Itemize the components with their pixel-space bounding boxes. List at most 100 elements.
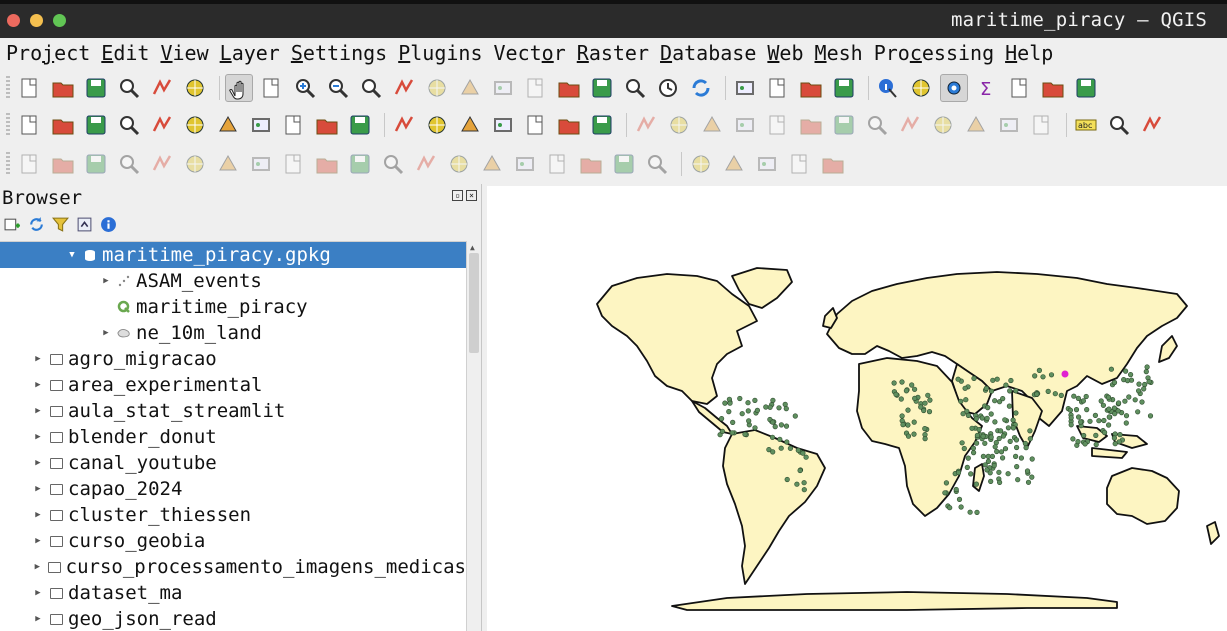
add-polygon-button[interactable]: [731, 111, 759, 139]
browser-item[interactable]: ▶ ASAM_events: [0, 268, 466, 294]
add-wms-button[interactable]: [247, 111, 275, 139]
delete-ring-button[interactable]: [148, 150, 176, 178]
offset-curve-button[interactable]: [247, 150, 275, 178]
new-bookmark-button[interactable]: [555, 74, 583, 102]
deselect-button[interactable]: [797, 74, 825, 102]
browser-item[interactable]: ▶ ne_10m_land: [0, 320, 466, 346]
chevron-right-icon[interactable]: ▶: [100, 328, 112, 338]
browser-item[interactable]: ▶ geo_json_read: [0, 606, 466, 631]
chevron-right-icon[interactable]: ▶: [100, 276, 112, 286]
browser-item[interactable]: maritime_piracy: [0, 294, 466, 320]
rotate-feature-button[interactable]: [544, 150, 572, 178]
split-parts-button[interactable]: [313, 150, 341, 178]
ellipse-button[interactable]: [753, 150, 781, 178]
rotate-point-button[interactable]: [412, 150, 440, 178]
toggle-editing-button[interactable]: [665, 111, 693, 139]
minimize-window-button[interactable]: [30, 14, 43, 27]
add-wfs-button[interactable]: [280, 111, 308, 139]
print-layout-button[interactable]: [148, 74, 176, 102]
open-project-button[interactable]: [49, 74, 77, 102]
refresh-icon[interactable]: [28, 216, 45, 233]
chevron-right-icon[interactable]: ▶: [32, 588, 44, 598]
move-feature-button[interactable]: [610, 150, 638, 178]
modify-attributes-button[interactable]: [830, 111, 858, 139]
add-postgis-button[interactable]: [214, 111, 242, 139]
zoom-native-button[interactable]: [456, 74, 484, 102]
copy-features-button[interactable]: [929, 111, 957, 139]
browser-item[interactable]: ▶ cluster_thiessen: [0, 502, 466, 528]
menu-vector[interactable]: Vector: [494, 41, 566, 65]
pan-button[interactable]: [225, 74, 253, 102]
chevron-right-icon[interactable]: ▶: [32, 354, 44, 364]
add-part-button[interactable]: [82, 150, 110, 178]
add-virtual-layer-button[interactable]: [346, 111, 374, 139]
reshape-button[interactable]: [214, 150, 242, 178]
new-shapefile-button[interactable]: [456, 111, 484, 139]
vertex-tool-button[interactable]: [764, 111, 792, 139]
reverse-line-button[interactable]: [478, 150, 506, 178]
filter-icon[interactable]: [52, 216, 69, 233]
zoom-in-button[interactable]: [291, 74, 319, 102]
fill-ring-button[interactable]: [115, 150, 143, 178]
browser-item[interactable]: ▶ canal_youtube: [0, 450, 466, 476]
show-bookmarks-button[interactable]: [588, 74, 616, 102]
browser-item[interactable]: ▶ curso_processamento_imagens_medicas: [0, 554, 466, 580]
collapse-all-icon[interactable]: [76, 216, 93, 233]
delete-selected-button[interactable]: [863, 111, 891, 139]
annotation-button[interactable]: [1072, 74, 1100, 102]
digitize-button[interactable]: [797, 111, 825, 139]
select-features-button[interactable]: [731, 74, 759, 102]
new-gpx-button[interactable]: [588, 111, 616, 139]
paste-features-button[interactable]: [962, 111, 990, 139]
trim-extend-button[interactable]: [511, 150, 539, 178]
polygon-button[interactable]: [819, 150, 847, 178]
scroll-up-arrow-icon[interactable]: ▲: [470, 243, 475, 252]
attribute-table-button[interactable]: [907, 74, 935, 102]
menu-mesh[interactable]: Mesh: [815, 41, 863, 65]
delete-part-button[interactable]: [181, 150, 209, 178]
add-delimited-text-button[interactable]: [115, 111, 143, 139]
add-wcs-button[interactable]: [313, 111, 341, 139]
save-as-button[interactable]: [115, 74, 143, 102]
new-project-button[interactable]: [16, 74, 44, 102]
add-layers-icon[interactable]: [4, 216, 21, 233]
chevron-right-icon[interactable]: ▶: [32, 562, 43, 572]
cut-features-button[interactable]: [896, 111, 924, 139]
menu-settings[interactable]: Settings: [291, 41, 387, 65]
scrollbar-thumb[interactable]: [469, 253, 479, 353]
chevron-right-icon[interactable]: ▶: [32, 406, 44, 416]
copy-move-button[interactable]: [643, 150, 671, 178]
attributes-button[interactable]: [1006, 74, 1034, 102]
maximize-window-button[interactable]: [53, 14, 66, 27]
add-spatialite-button[interactable]: [181, 111, 209, 139]
circle-button[interactable]: [720, 150, 748, 178]
zoom-out-button[interactable]: [324, 74, 352, 102]
label-highlight-button[interactable]: [1138, 111, 1166, 139]
chevron-right-icon[interactable]: ▶: [32, 510, 44, 520]
zoom-full-button[interactable]: [357, 74, 385, 102]
menu-layer[interactable]: Layer: [220, 41, 280, 65]
simplify-button[interactable]: [445, 150, 473, 178]
browser-item[interactable]: ▶ agro_migracao: [0, 346, 466, 372]
redo-button[interactable]: [1028, 111, 1056, 139]
scale-feature-button[interactable]: [577, 150, 605, 178]
properties-icon[interactable]: [100, 216, 117, 233]
browser-scrollbar[interactable]: ▲: [466, 241, 481, 631]
new-spatialite-button[interactable]: [489, 111, 517, 139]
new-mesh-button[interactable]: [555, 111, 583, 139]
zoom-to-layer-button[interactable]: [423, 74, 451, 102]
browser-item[interactable]: ▶ area_experimental: [0, 372, 466, 398]
measure-button[interactable]: [1039, 74, 1067, 102]
add-ring-button[interactable]: [49, 150, 77, 178]
new-virtual-button[interactable]: [522, 111, 550, 139]
menu-project[interactable]: Project: [6, 41, 90, 65]
zoom-next-button[interactable]: [522, 74, 550, 102]
menu-processing[interactable]: Processing: [874, 41, 994, 65]
zoom-last-button[interactable]: [489, 74, 517, 102]
menu-web[interactable]: Web: [767, 41, 803, 65]
menu-raster[interactable]: Raster: [577, 41, 649, 65]
add-gpx-layer-button[interactable]: [148, 111, 176, 139]
toolbar-handle[interactable]: [6, 113, 10, 137]
rectangle-button[interactable]: [786, 150, 814, 178]
refresh-button[interactable]: [687, 74, 715, 102]
